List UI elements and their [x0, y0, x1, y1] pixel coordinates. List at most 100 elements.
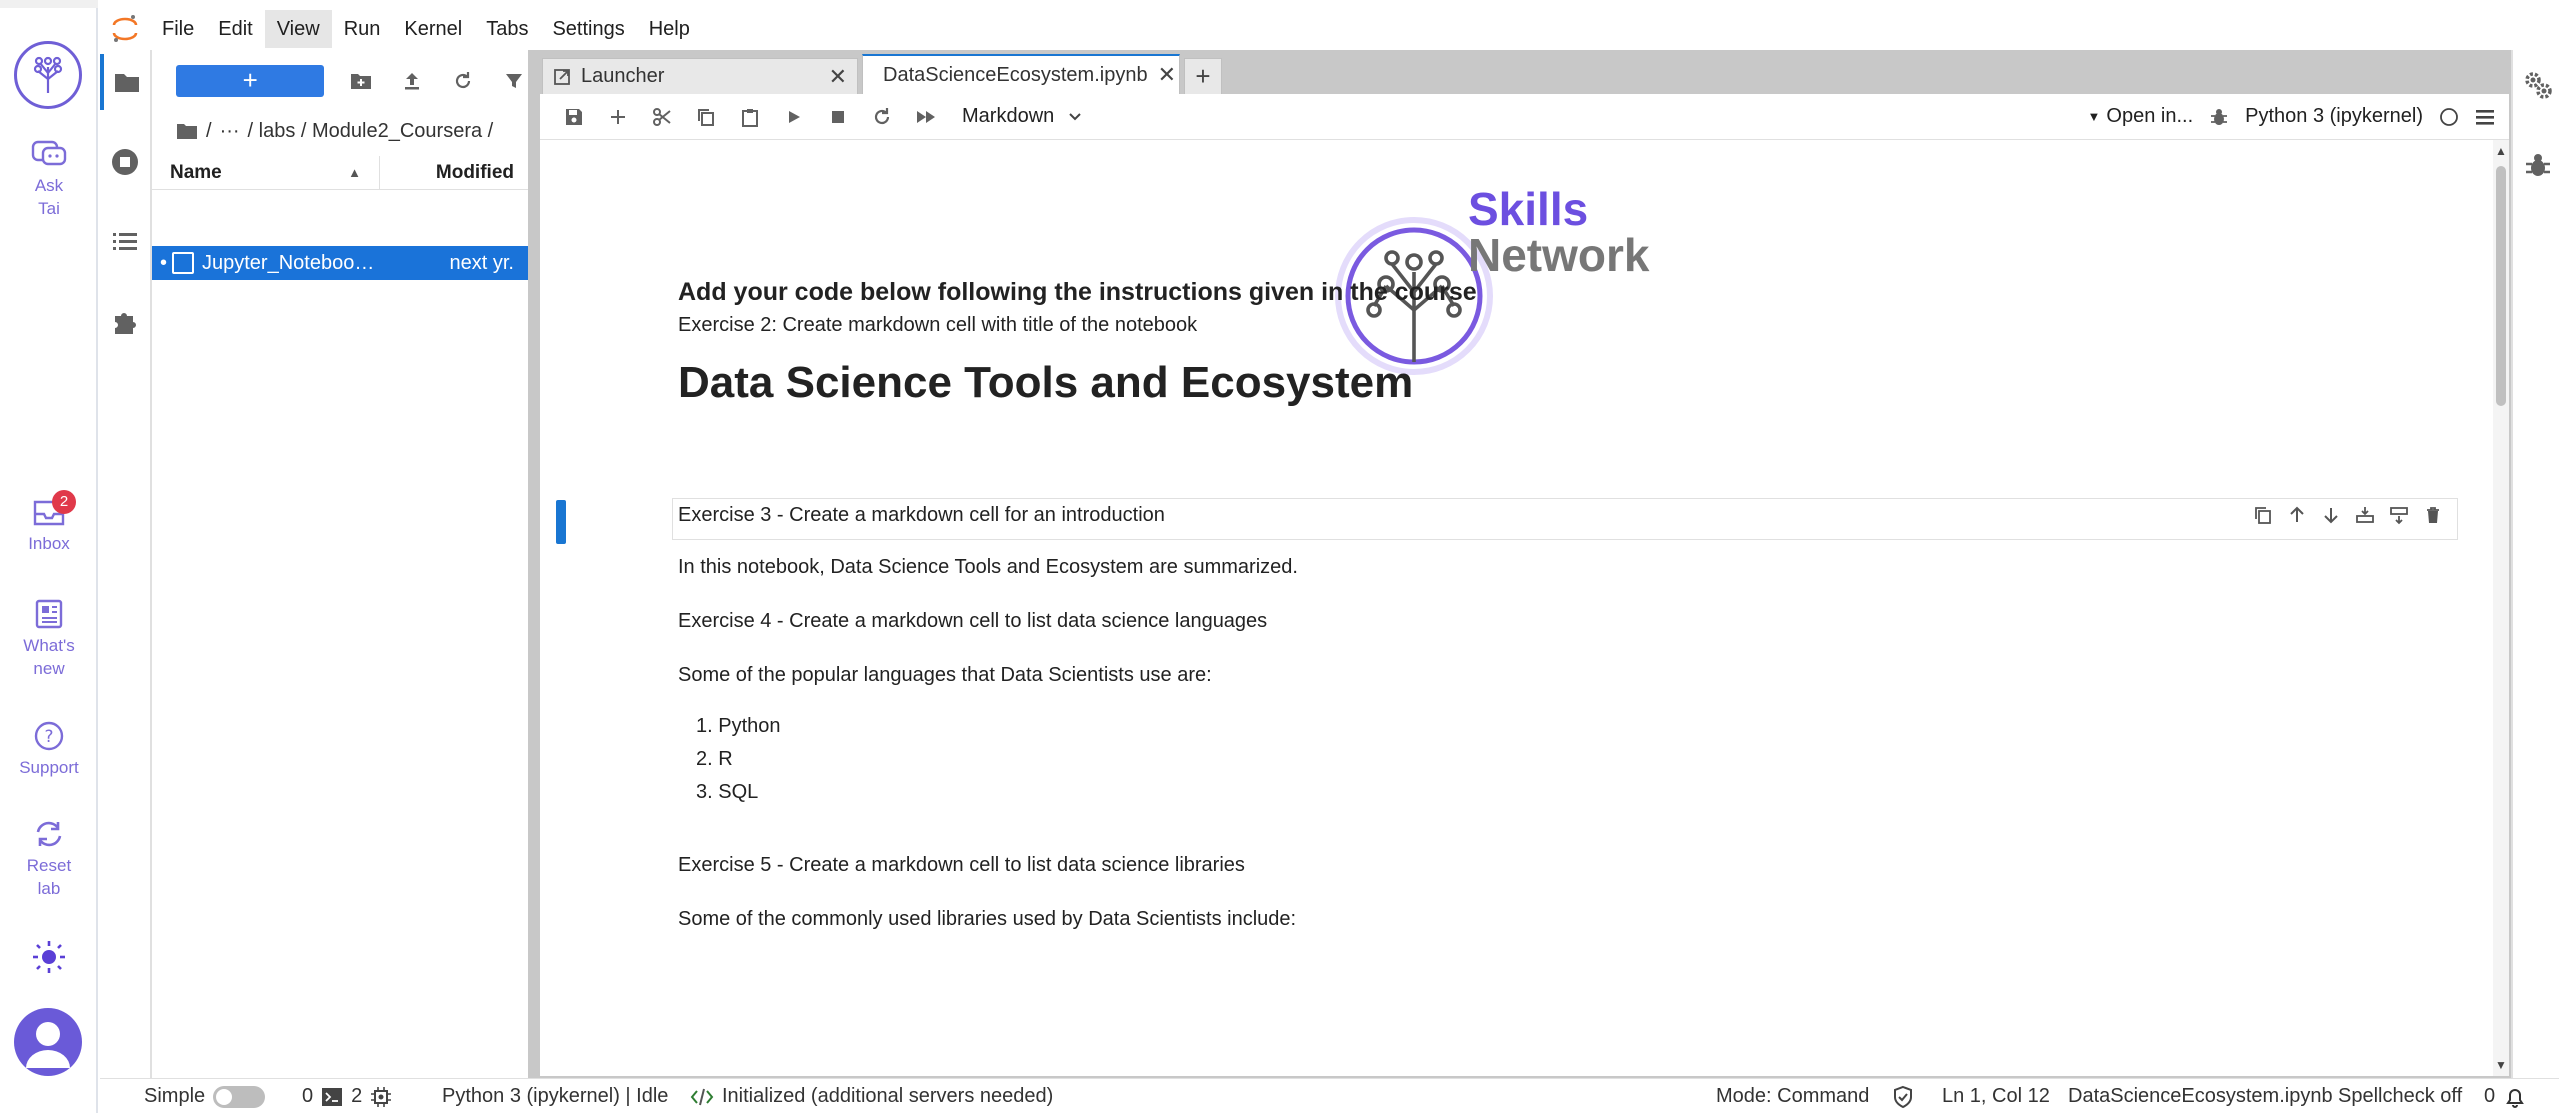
breadcrumb-ellipsis[interactable]: ··· [220, 120, 240, 143]
notebook-toolbar-right: ▼ Open in... Python 3 (ipykernel) [2088, 105, 2509, 128]
jupyter-logo [100, 8, 150, 50]
table-of-contents-tab[interactable] [100, 214, 150, 270]
menu-icon[interactable] [2475, 108, 2495, 126]
simple-mode-toggle[interactable]: Simple [144, 1079, 266, 1113]
scroll-down-icon[interactable]: ▼ [2495, 1058, 2507, 1072]
scroll-up-icon[interactable]: ▲ [2495, 144, 2507, 158]
menu-help[interactable]: Help [637, 10, 702, 48]
kernel-chip-icon [371, 1086, 392, 1107]
tab-launcher[interactable]: Launcher ✕ [542, 58, 858, 94]
debugger-bug-icon[interactable] [2209, 107, 2229, 127]
inbox-count-badge: 2 [52, 490, 76, 514]
sort-ascending-icon: ▲ [348, 164, 361, 180]
run-cell-button[interactable] [772, 99, 816, 135]
name-column-label: Name [170, 161, 222, 183]
stop-icon [832, 110, 844, 123]
stop-circle-icon [112, 149, 138, 175]
insert-cell-button[interactable] [596, 99, 640, 135]
open-in-button[interactable]: ▼ Open in... [2088, 105, 2194, 128]
instructions-heading: Add your code below following the instru… [678, 278, 1477, 306]
puzzle-icon [115, 313, 136, 334]
ask-tai-label: Ask Tai [34, 176, 64, 218]
running-terminals-status[interactable]: 0 2 [302, 1079, 392, 1113]
reset-lab-button[interactable]: Reset lab [0, 818, 98, 900]
support-button[interactable]: ? Support [0, 720, 98, 779]
close-launcher-tab-icon[interactable]: ✕ [829, 64, 847, 90]
file-browser: + / ··· / labs / Module2_Coursera / Name… [152, 50, 528, 1078]
file-modified: next yr. [449, 251, 514, 274]
main-dock: Launcher ✕ DataScienceEcosystem.ipynb ✕ … [538, 50, 2511, 1078]
scrollbar-thumb[interactable] [2496, 166, 2506, 406]
fast-forward-icon [917, 110, 935, 123]
lsp-status[interactable]: Initialized (additional servers needed) [690, 1079, 1053, 1113]
menu-kernel[interactable]: Kernel [392, 10, 474, 48]
modified-column-header[interactable]: Modified [380, 156, 528, 190]
reset-lab-label: Reset lab [26, 856, 72, 898]
kernel-status[interactable]: Python 3 (ipykernel) | Idle [442, 1079, 668, 1113]
upload-button[interactable] [397, 66, 426, 96]
tab-notebook[interactable]: DataScienceEcosystem.ipynb ✕ [862, 54, 1180, 94]
tree-icon [33, 56, 63, 93]
copy-button[interactable] [684, 99, 728, 135]
simple-mode-label: Simple [144, 1085, 206, 1107]
support-label: Support [19, 758, 79, 777]
file-browser-tab[interactable] [100, 54, 150, 110]
interrupt-kernel-button[interactable] [816, 99, 860, 135]
close-notebook-tab-icon[interactable]: ✕ [1158, 62, 1176, 88]
skills-network-rail: Ask Tai 2 Inbox What's new ? Support Res… [0, 0, 98, 1113]
name-column-header[interactable]: Name ▲ [152, 155, 380, 190]
chevron-down-icon [1069, 112, 1081, 120]
folder-icon[interactable] [176, 122, 198, 140]
refresh-file-list-button[interactable] [448, 66, 477, 96]
add-tab-button[interactable]: + [1184, 58, 1222, 94]
kernel-name-button[interactable]: Python 3 (ipykernel) [2245, 105, 2423, 128]
kernel-idle-circle-icon [2440, 107, 2458, 126]
exercise-3-text: Exercise 3 - Create a markdown cell for … [678, 504, 1165, 526]
restart-kernel-button[interactable] [860, 99, 904, 135]
running-sessions-tab[interactable] [100, 134, 150, 190]
theme-toggle-button[interactable] [0, 940, 98, 978]
menu-tabs[interactable]: Tabs [474, 10, 540, 48]
new-folder-button[interactable] [346, 66, 375, 96]
active-cell-collapser[interactable] [556, 500, 566, 544]
skills-network-logo[interactable] [14, 41, 82, 109]
simple-mode-switch[interactable] [213, 1085, 266, 1108]
menu-edit[interactable]: Edit [206, 10, 264, 48]
inbox-button[interactable]: 2 Inbox [0, 490, 98, 555]
exercise-2-text: Exercise 2: Create markdown cell with ti… [678, 314, 1198, 336]
property-inspector-gears-icon[interactable] [2523, 70, 2553, 100]
restart-run-all-button[interactable] [904, 99, 948, 135]
cut-button[interactable] [640, 99, 684, 135]
menu-file[interactable]: File [150, 10, 206, 48]
menu-run[interactable]: Run [332, 10, 393, 48]
activity-bar [100, 50, 152, 1078]
whats-new-label: What's new [23, 636, 75, 678]
spellcheck-status[interactable]: Spellcheck off [2338, 1079, 2462, 1113]
whats-new-button[interactable]: What's new [0, 598, 98, 680]
inbox-label: Inbox [28, 534, 70, 553]
menu-settings[interactable]: Settings [540, 10, 636, 48]
notifications-status[interactable]: 0 [2484, 1079, 2527, 1113]
cell-type-select[interactable]: Markdown [962, 105, 1082, 128]
new-launcher-button[interactable]: + [176, 65, 325, 97]
filter-files-button[interactable] [499, 66, 528, 96]
list-item: 2. R [696, 748, 733, 770]
panel-splitter[interactable] [528, 50, 538, 1078]
extensions-tab[interactable] [100, 294, 150, 350]
debugger-bug-icon[interactable] [2523, 150, 2553, 180]
libraries-intro-text: Some of the commonly used libraries used… [678, 908, 1297, 930]
file-row[interactable]: • Jupyter_Notebook... next yr. [152, 246, 528, 280]
paste-button[interactable] [728, 99, 772, 135]
user-avatar[interactable] [14, 1008, 82, 1076]
save-button[interactable] [552, 99, 596, 135]
breadcrumb-root[interactable]: / [206, 120, 212, 143]
notebook-scrollbar[interactable]: ▲ ▼ [2493, 140, 2509, 1076]
folder-icon [115, 74, 139, 92]
trust-status[interactable] [1892, 1079, 1914, 1113]
save-icon [566, 108, 582, 125]
cursor-position-status[interactable]: Ln 1, Col 12 [1942, 1079, 2050, 1113]
ask-tai-button[interactable]: Ask Tai [0, 140, 98, 220]
breadcrumb-path[interactable]: / labs / Module2_Coursera / [248, 120, 494, 143]
notebook-panel: Skills Network Add your code below follo… [540, 140, 2493, 1076]
menu-view[interactable]: View [264, 10, 332, 48]
